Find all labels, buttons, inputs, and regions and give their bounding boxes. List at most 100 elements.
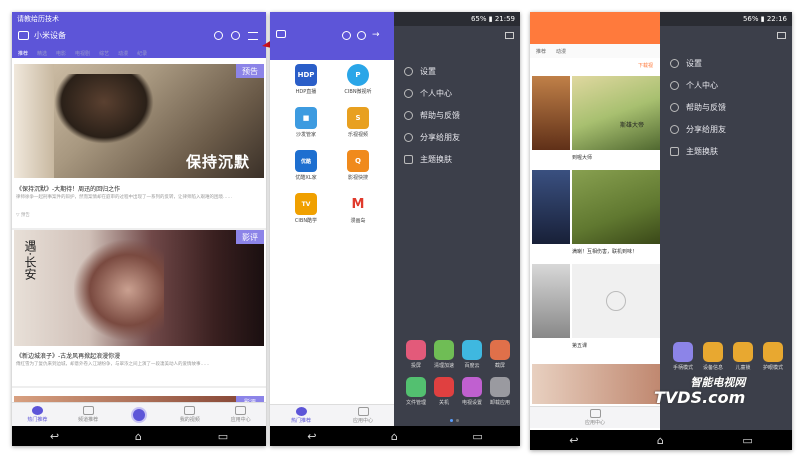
poster-image: 斯雄大帝: [572, 76, 660, 150]
menu-settings[interactable]: 设置: [404, 60, 460, 82]
recents-icon[interactable]: ▭: [218, 430, 228, 443]
tab-variety[interactable]: 综艺: [99, 50, 109, 57]
tab-recommend[interactable]: 推荐: [536, 48, 546, 55]
app-tile[interactable]: ■ 沙发管家: [280, 107, 332, 138]
manhua-icon: M: [347, 193, 369, 215]
gear-icon: [404, 66, 413, 76]
poster-text: 遇·长安: [23, 240, 37, 280]
video-card[interactable]: 斯雄大帝 到喔大师: [532, 76, 660, 166]
tool-cloud[interactable]: 百度云: [458, 340, 486, 369]
menu-share[interactable]: 分享给朋友: [404, 126, 460, 148]
tab-channel[interactable]: 频道推荐: [68, 406, 108, 423]
user-icon: [670, 80, 679, 90]
play-button-icon[interactable]: [606, 291, 626, 311]
status-left-text: 请教给历技术: [17, 15, 59, 23]
video-card[interactable]: 预告 保持沉默 《保持沉默》-大期待！周迅的回归之作 律师徐争一起刑事案件的辩护…: [12, 60, 266, 228]
category-tabs: 推荐 动漫: [530, 44, 660, 58]
tool-files[interactable]: 文件管理: [402, 377, 430, 406]
info-icon: [703, 342, 723, 362]
mail-icon[interactable]: [777, 32, 786, 39]
menu-help[interactable]: 帮助与反馈: [670, 96, 726, 118]
status-right-text: 56% ▮ 22:16: [742, 15, 787, 23]
tool-gamepad[interactable]: 手柄模式: [668, 342, 698, 371]
menu-share[interactable]: 分享给朋友: [670, 118, 726, 140]
app-title: 小米设备: [34, 31, 66, 40]
history-icon[interactable]: [231, 31, 240, 40]
video-title: 第五课: [572, 343, 588, 349]
back-icon[interactable]: ↩: [307, 430, 316, 443]
home-icon[interactable]: ⌂: [657, 434, 664, 447]
home-icon[interactable]: ⌂: [135, 430, 142, 443]
app-tile[interactable]: Q 影视快搜: [332, 150, 384, 181]
tab-anime[interactable]: 动漫: [556, 48, 566, 55]
bottom-tab-bar: 应用中心: [530, 406, 660, 428]
video-card[interactable]: 满喇！互相伤害，联机到味！: [532, 170, 660, 260]
tool-clean[interactable]: 清理加速: [430, 340, 458, 369]
recents-icon[interactable]: ▭: [472, 430, 482, 443]
watermark: 智能电视网 TVDS.com: [654, 374, 745, 407]
app-tile[interactable]: M 漫画岛: [332, 193, 384, 224]
folder-icon: [406, 377, 426, 397]
status-right-text: 65% ▮ 21:59: [470, 15, 515, 23]
app-tile[interactable]: P CIBN微视听: [332, 64, 384, 95]
app-tile[interactable]: TV CIBN酷学: [280, 193, 332, 224]
tool-cast[interactable]: 投屏: [402, 340, 430, 369]
tab-docu[interactable]: 纪录: [137, 50, 147, 57]
tool-child-lock[interactable]: 儿童锁: [728, 342, 758, 371]
menu-theme[interactable]: 主题换肤: [670, 140, 726, 162]
tab-my-video[interactable]: 我的视频: [170, 406, 210, 423]
tab-tv[interactable]: 电视剧: [75, 50, 90, 57]
history-icon[interactable]: [357, 31, 366, 40]
tool-device-info[interactable]: 设备信息: [698, 342, 728, 371]
my-video-icon: [184, 406, 196, 415]
app-tile[interactable]: S 乐视视频: [332, 107, 384, 138]
category-tabs: 推荐 精选 电影 电视剧 综艺 动漫 纪录: [12, 46, 266, 60]
recents-icon[interactable]: ▭: [742, 434, 752, 447]
video-card[interactable]: 遇·长安 影评 《新边城浪子》-古龙风再掀起浪漫你漫 傅红雪为了复仇来到边城，却…: [12, 230, 266, 386]
tab-featured[interactable]: 精选: [37, 50, 47, 57]
tool-uninstall[interactable]: 卸载应用: [486, 377, 514, 406]
tab-app-center[interactable]: 应用中心: [343, 407, 383, 424]
review-badge: 影评: [236, 230, 264, 244]
menu-profile[interactable]: 个人中心: [404, 82, 460, 104]
menu-settings[interactable]: 设置: [670, 52, 726, 74]
tab-app-center[interactable]: 应用中心: [575, 409, 615, 426]
app-center-icon: [235, 406, 247, 415]
help-icon: [670, 102, 679, 112]
chat-icon[interactable]: [276, 30, 286, 38]
menu-theme[interactable]: 主题换肤: [404, 148, 460, 170]
search-icon[interactable]: [342, 31, 351, 40]
mail-icon[interactable]: [505, 32, 514, 39]
gamepad-icon: [673, 342, 693, 362]
tool-tv-settings[interactable]: 电视设置: [458, 377, 486, 406]
tab-anime[interactable]: 动漫: [118, 50, 128, 57]
status-bar: 56% ▮ 22:16: [530, 12, 792, 26]
tab-app-center[interactable]: 应用中心: [221, 406, 261, 423]
video-card[interactable]: 第五课: [532, 264, 660, 354]
tab-hot[interactable]: 热门推荐: [17, 406, 57, 423]
menu-profile[interactable]: 个人中心: [670, 74, 726, 96]
center-play-button[interactable]: [119, 406, 159, 423]
back-icon[interactable]: ↩: [50, 430, 59, 443]
app-tile[interactable]: 优酷 优酷XL家: [280, 150, 332, 181]
back-icon[interactable]: ↩: [569, 434, 578, 447]
clean-icon: [434, 340, 454, 360]
tab-movie[interactable]: 电影: [56, 50, 66, 57]
forward-arrow-icon[interactable]: →: [372, 31, 380, 40]
ad-label[interactable]: 下载视: [638, 62, 653, 69]
tab-recommend[interactable]: 推荐: [18, 50, 28, 57]
video-desc: 傅红雪为了复仇来到边城，却意外卷入江湖纷争，与翠浓之间上演了一段凄美动人的爱情故…: [16, 362, 210, 367]
status-bar: 请教给历技术: [12, 12, 266, 26]
tool-eye-care[interactable]: 护眼模式: [758, 342, 788, 371]
shirt-icon: [670, 146, 679, 156]
home-icon[interactable]: ⌂: [391, 430, 398, 443]
tool-power[interactable]: 关机: [430, 377, 458, 406]
tool-screenshot[interactable]: 截屏: [486, 340, 514, 369]
search-icon[interactable]: [214, 31, 223, 40]
channel-icon: [82, 406, 94, 415]
menu-help[interactable]: 帮助与反馈: [404, 104, 460, 126]
chat-icon[interactable]: [18, 31, 29, 40]
app-tile[interactable]: HDP HDP直播: [280, 64, 332, 95]
app-center-icon: [357, 407, 369, 416]
tab-hot[interactable]: 热门推荐: [281, 407, 321, 424]
